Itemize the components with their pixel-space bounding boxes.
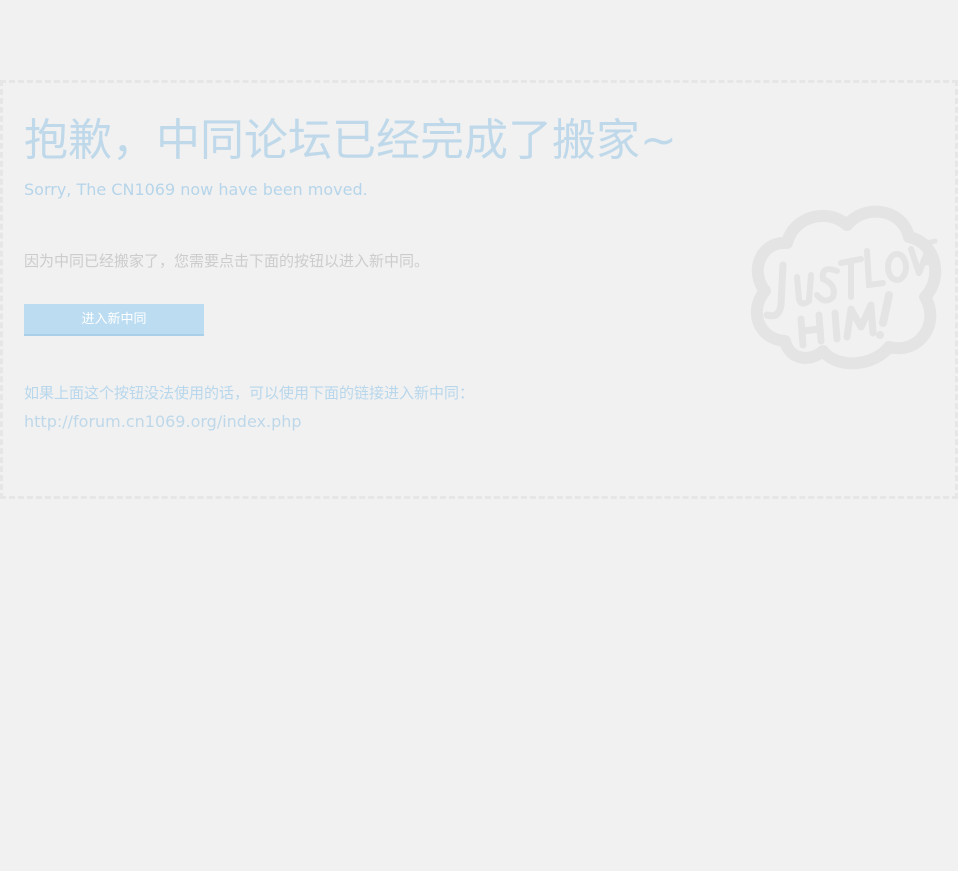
just-love-him-logo-icon [750, 205, 942, 370]
fallback-instructions: 如果上面这个按钮没法使用的话，可以使用下面的链接进入新中同： [24, 384, 475, 402]
enter-new-forum-button[interactable]: 进入新中同 [24, 304, 204, 336]
new-forum-link[interactable]: http://forum.cn1069.org/index.php [24, 411, 302, 433]
page-title: 抱歉，中同论坛已经完成了搬家~ [24, 115, 677, 166]
page-subtitle: Sorry, The CN1069 now have been moved. [24, 180, 368, 199]
move-description: 因为中同已经搬家了，您需要点击下面的按钮以进入新中同。 [24, 252, 430, 270]
notice-panel: 抱歉，中同论坛已经完成了搬家~ Sorry, The CN1069 now ha… [0, 80, 958, 499]
